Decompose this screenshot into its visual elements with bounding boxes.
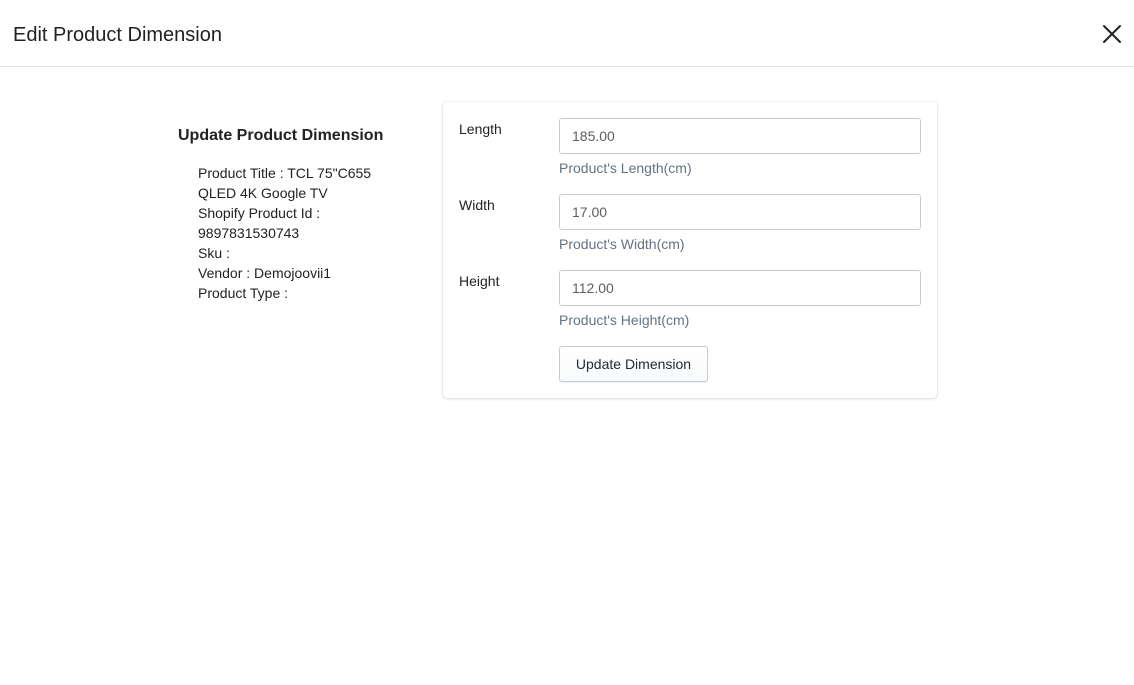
edit-dimension-modal: Edit Product Dimension Update Product Di… [0,0,1134,685]
update-dimension-button[interactable]: Update Dimension [559,346,708,382]
sku-line: Sku : [198,245,230,261]
close-button[interactable] [1098,20,1126,48]
product-type-line: Product Type : [198,285,289,301]
dimension-form-card: Length Product's Length(cm) Width Produc… [443,102,937,398]
product-info-heading: Update Product Dimension [178,127,384,144]
shopify-product-id-line: Shopify Product Id : 9897831530743 [198,205,321,241]
product-title-line: Product Title : TCL 75"C655 QLED 4K Goog… [198,165,372,201]
vendor-line: Vendor : Demojoovii1 [198,265,332,281]
width-label: Width [459,197,495,213]
close-icon [1098,20,1126,48]
product-info-section: Update Product Dimension Product Title :… [178,126,418,303]
length-help-text: Product's Length(cm) [559,160,692,176]
height-help-text: Product's Height(cm) [559,312,690,328]
length-input[interactable] [559,118,921,154]
height-input[interactable] [559,270,921,306]
modal-header: Edit Product Dimension [0,0,1134,67]
height-label: Height [459,273,500,289]
product-info-list: Product Title : TCL 75"C655 QLED 4K Goog… [198,163,388,303]
modal-title: Edit Product Dimension [13,24,222,46]
width-help-text: Product's Width(cm) [559,236,685,252]
width-input[interactable] [559,194,921,230]
length-label: Length [459,121,502,137]
